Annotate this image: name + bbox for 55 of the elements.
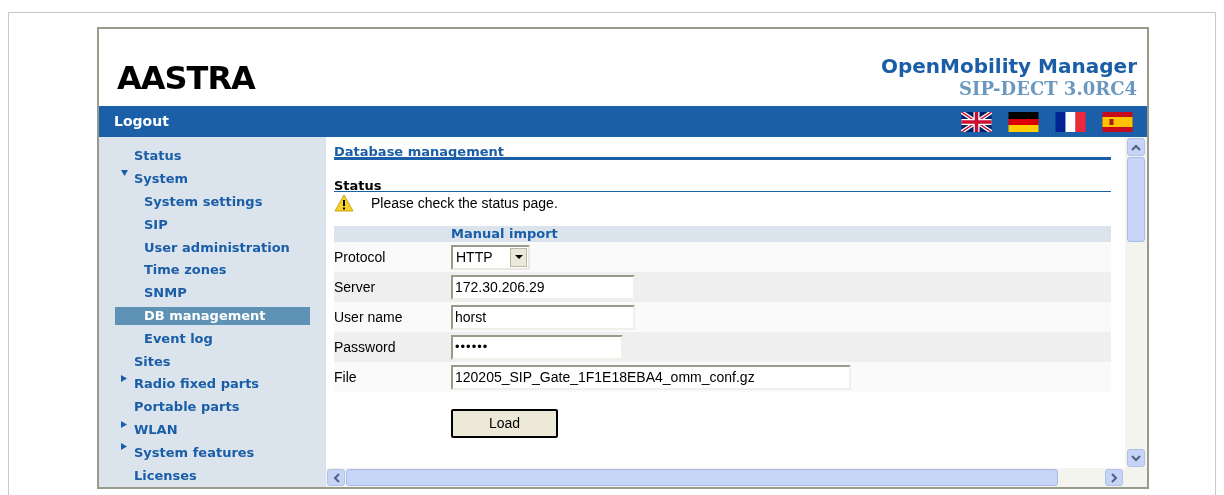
scroll-up-button[interactable] bbox=[1127, 138, 1145, 156]
logo: AASTRA bbox=[117, 62, 255, 94]
sidebar-item[interactable]: System features bbox=[134, 443, 255, 462]
chevron-up-icon bbox=[1131, 143, 1141, 151]
scroll-thumb[interactable] bbox=[346, 469, 1058, 486]
input-field[interactable]: 172.30.206.29 bbox=[451, 274, 635, 300]
scroll-thumb[interactable] bbox=[1127, 157, 1145, 242]
sidebar-item[interactable]: Radio fixed parts bbox=[134, 375, 260, 394]
sidebar-item[interactable]: Sites bbox=[134, 352, 171, 371]
version-label: SIP-DECT 3.0RC4 bbox=[959, 78, 1137, 100]
sidebar-item[interactable]: User administration bbox=[144, 238, 290, 257]
field-label: Password bbox=[334, 337, 397, 357]
sidebar-item[interactable]: Portable parts bbox=[134, 398, 240, 417]
sidebar-item[interactable]: DB management bbox=[115, 306, 310, 325]
sidebar-item[interactable]: System settings bbox=[144, 193, 263, 211]
chevron-right-icon bbox=[1110, 472, 1118, 483]
dropdown-arrow-icon bbox=[514, 255, 523, 259]
collapse-triangle-icon[interactable] bbox=[121, 169, 128, 177]
vertical-scrollbar[interactable] bbox=[1125, 137, 1147, 468]
flag-icon[interactable] bbox=[1055, 111, 1086, 132]
flag-icon[interactable] bbox=[1008, 111, 1039, 132]
sidebar-item[interactable]: SIP bbox=[144, 215, 168, 234]
logout-link[interactable]: Logout bbox=[114, 111, 169, 132]
field-label: File bbox=[334, 367, 358, 387]
app-title: OpenMobility Manager bbox=[880, 54, 1137, 78]
sidebar-item[interactable]: System bbox=[134, 170, 189, 189]
input-field[interactable]: 120205_SIP_Gate_1F1E18EBA4_omm_conf.gz bbox=[451, 364, 851, 390]
chevron-down-icon bbox=[1131, 454, 1141, 462]
scroll-down-button[interactable] bbox=[1127, 449, 1145, 467]
expand-triangle-icon[interactable] bbox=[121, 374, 128, 382]
sidebar-item[interactable]: Licenses bbox=[134, 466, 197, 485]
input-field[interactable]: horst bbox=[451, 304, 635, 330]
form-heading: Manual import bbox=[451, 226, 558, 242]
sidebar-item[interactable]: WLAN bbox=[134, 420, 178, 439]
page-title: Database management bbox=[334, 144, 504, 159]
load-button[interactable]: Load bbox=[451, 409, 558, 438]
sidebar-item[interactable]: Event log bbox=[144, 329, 213, 348]
chevron-left-icon bbox=[332, 472, 340, 483]
horizontal-scrollbar[interactable] bbox=[326, 468, 1147, 487]
scroll-right-button[interactable] bbox=[1105, 469, 1123, 486]
expand-triangle-icon[interactable] bbox=[121, 443, 128, 451]
password-field[interactable]: •••••• bbox=[451, 334, 623, 360]
sidebar-item[interactable]: Time zones bbox=[144, 261, 227, 280]
sidebar-item[interactable]: SNMP bbox=[144, 284, 187, 303]
field-label: Server bbox=[334, 277, 377, 297]
field-label: Protocol bbox=[334, 247, 387, 267]
sidebar-item[interactable]: Status bbox=[134, 147, 182, 166]
status-message: Please check the status page. bbox=[371, 193, 558, 213]
scroll-left-button[interactable] bbox=[327, 469, 345, 486]
field-label: User name bbox=[334, 307, 404, 327]
protocol-dropdown[interactable]: HTTP bbox=[451, 244, 530, 270]
expand-triangle-icon[interactable] bbox=[121, 420, 128, 428]
warning-icon bbox=[334, 194, 354, 212]
section-heading: Status bbox=[334, 178, 382, 193]
flag-icon[interactable] bbox=[961, 111, 992, 132]
